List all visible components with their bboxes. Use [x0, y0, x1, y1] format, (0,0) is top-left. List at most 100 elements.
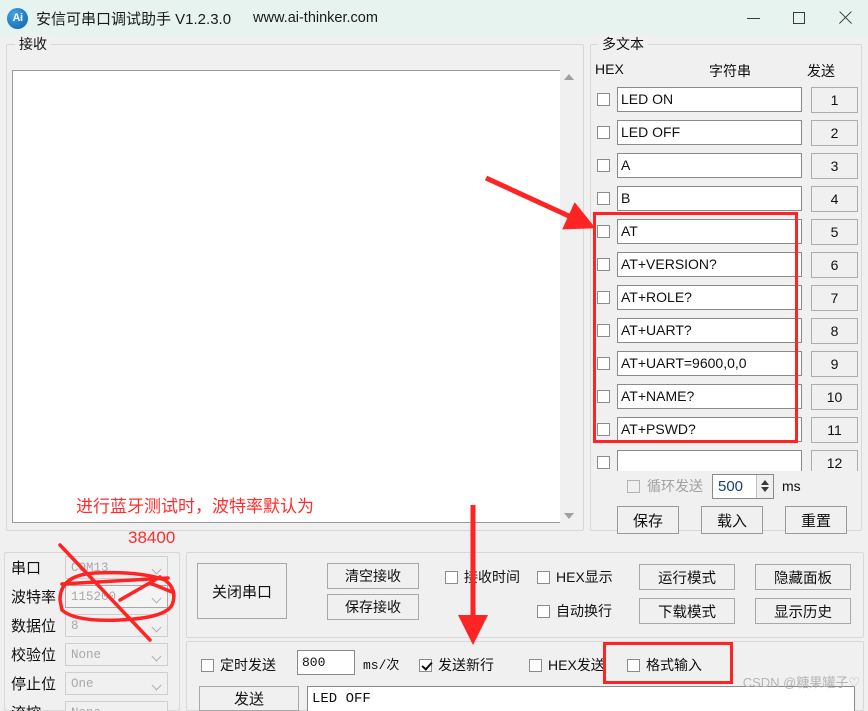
setting-combobox[interactable]: 8: [65, 614, 168, 637]
save-receive-button[interactable]: 保存接收: [327, 594, 419, 620]
receive-scrollbar[interactable]: [560, 70, 577, 523]
row-send-button[interactable]: 1: [811, 86, 858, 113]
setting-combobox[interactable]: 115200: [65, 585, 168, 608]
row-text-input[interactable]: A: [617, 153, 802, 178]
row-send-button[interactable]: 4: [811, 185, 858, 212]
timed-send-checkbox-item[interactable]: 定时发送: [201, 655, 276, 675]
maximize-icon: [793, 12, 805, 24]
setting-combobox[interactable]: None: [65, 701, 168, 711]
row-send-button[interactable]: 10: [811, 383, 858, 410]
clear-receive-button[interactable]: 清空接收: [327, 563, 419, 589]
setting-value: 115200: [71, 589, 117, 604]
auto-wrap-checkbox[interactable]: [537, 604, 550, 618]
minimize-button[interactable]: [730, 0, 776, 36]
scroll-up-arrow-icon[interactable]: [563, 74, 574, 80]
row-send-button[interactable]: 5: [811, 218, 858, 245]
send-button[interactable]: 发送: [199, 686, 299, 711]
setting-combobox[interactable]: COM13: [65, 556, 168, 579]
format-input-checkbox-item[interactable]: 格式输入: [627, 655, 702, 675]
download-mode-button[interactable]: 下载模式: [639, 598, 735, 624]
row-text-input[interactable]: B: [617, 186, 802, 211]
row-hex-checkbox[interactable]: [597, 291, 610, 304]
multitext-row: LED OFF 2: [591, 116, 863, 149]
hex-display-checkbox-item[interactable]: HEX显示: [537, 567, 613, 587]
multitext-row: AT+ROLE? 7: [591, 281, 863, 314]
row-text-input[interactable]: AT+UART=9600,0,0: [617, 351, 802, 376]
row-send-button[interactable]: 9: [811, 350, 858, 377]
stepper-down-icon[interactable]: [761, 487, 769, 492]
row-hex-checkbox[interactable]: [597, 192, 610, 205]
load-button[interactable]: 载入: [701, 506, 763, 534]
stepper-buttons[interactable]: [756, 474, 773, 498]
setting-label: 校验位: [11, 647, 57, 664]
row-send-button[interactable]: 2: [811, 119, 858, 146]
row-hex-checkbox[interactable]: [597, 324, 610, 337]
close-icon: [838, 11, 852, 25]
row-hex-checkbox[interactable]: [597, 159, 610, 172]
hex-send-checkbox-item[interactable]: HEX发送: [529, 655, 605, 675]
receive-time-checkbox[interactable]: [445, 570, 458, 584]
row-send-button[interactable]: 3: [811, 152, 858, 179]
receive-legend: 接收: [15, 34, 51, 54]
send-newline-checkbox[interactable]: [419, 658, 432, 672]
row-text-input[interactable]: LED ON: [617, 87, 802, 112]
row-hex-checkbox[interactable]: [597, 357, 610, 370]
loop-interval-unit: ms: [782, 478, 801, 494]
row-send-button[interactable]: 12: [811, 449, 858, 471]
row-send-button[interactable]: 11: [811, 416, 858, 443]
row-send-button[interactable]: 6: [811, 251, 858, 278]
window-title: 安信可串口调试助手 V1.2.3.0: [36, 10, 232, 28]
setting-combobox[interactable]: One: [65, 672, 168, 695]
show-history-button[interactable]: 显示历史: [755, 598, 851, 624]
stepper-up-icon[interactable]: [761, 480, 769, 485]
maximize-button[interactable]: [776, 0, 822, 36]
row-hex-checkbox[interactable]: [597, 390, 610, 403]
row-text-input[interactable]: AT+UART?: [617, 318, 802, 343]
setting-row: 波特率 115200: [5, 582, 179, 611]
window-controls: [730, 0, 868, 36]
receive-textarea[interactable]: [12, 70, 564, 523]
timed-send-label: 定时发送: [220, 657, 276, 673]
setting-combobox[interactable]: None: [65, 643, 168, 666]
send-text-input[interactable]: LED OFF: [307, 686, 855, 711]
send-newline-checkbox-item[interactable]: 发送新行: [419, 655, 494, 675]
auto-wrap-checkbox-item[interactable]: 自动换行: [537, 601, 612, 621]
row-text-input[interactable]: LED OFF: [617, 120, 802, 145]
hide-panel-button[interactable]: 隐藏面板: [755, 564, 851, 590]
reset-button[interactable]: 重置: [785, 506, 847, 534]
row-text-input[interactable]: AT+NAME?: [617, 384, 802, 409]
scroll-down-arrow-icon[interactable]: [563, 513, 574, 519]
loop-interval-stepper[interactable]: 500: [712, 473, 774, 499]
row-text-input[interactable]: AT: [617, 219, 802, 244]
multitext-row: 12: [591, 446, 863, 471]
row-text-input[interactable]: AT+PSWD?: [617, 417, 802, 442]
row-send-button[interactable]: 8: [811, 317, 858, 344]
row-hex-checkbox[interactable]: [597, 126, 610, 139]
row-text-input[interactable]: AT+ROLE?: [617, 285, 802, 310]
run-mode-button[interactable]: 运行模式: [639, 564, 735, 590]
hex-send-checkbox[interactable]: [529, 658, 542, 672]
save-button[interactable]: 保存: [617, 506, 679, 534]
loop-send-checkbox[interactable]: [627, 479, 640, 493]
close-port-button[interactable]: 关闭串口: [197, 563, 287, 619]
row-hex-checkbox[interactable]: [597, 423, 610, 436]
column-header-hex: HEX: [595, 61, 624, 77]
multitext-header: HEX 字符串 发送: [591, 61, 863, 81]
row-hex-checkbox[interactable]: [597, 225, 610, 238]
row-hex-checkbox[interactable]: [597, 456, 610, 469]
close-button[interactable]: [822, 0, 868, 36]
multitext-row: B4: [591, 182, 863, 215]
send-interval-input[interactable]: 800: [297, 650, 355, 675]
row-text-input[interactable]: [617, 450, 802, 471]
row-send-button[interactable]: 7: [811, 284, 858, 311]
timed-send-checkbox[interactable]: [201, 658, 214, 672]
setting-row: 串口 COM13: [5, 553, 179, 582]
row-hex-checkbox[interactable]: [597, 93, 610, 106]
hex-display-checkbox[interactable]: [537, 570, 550, 584]
row-text-input[interactable]: AT+VERSION?: [617, 252, 802, 277]
row-hex-checkbox[interactable]: [597, 258, 610, 271]
chevron-down-icon: [151, 680, 162, 691]
receive-time-checkbox-item[interactable]: 接收时间: [445, 567, 520, 587]
multitext-row: AT+NAME? 10: [591, 380, 863, 413]
format-input-checkbox[interactable]: [627, 658, 640, 672]
